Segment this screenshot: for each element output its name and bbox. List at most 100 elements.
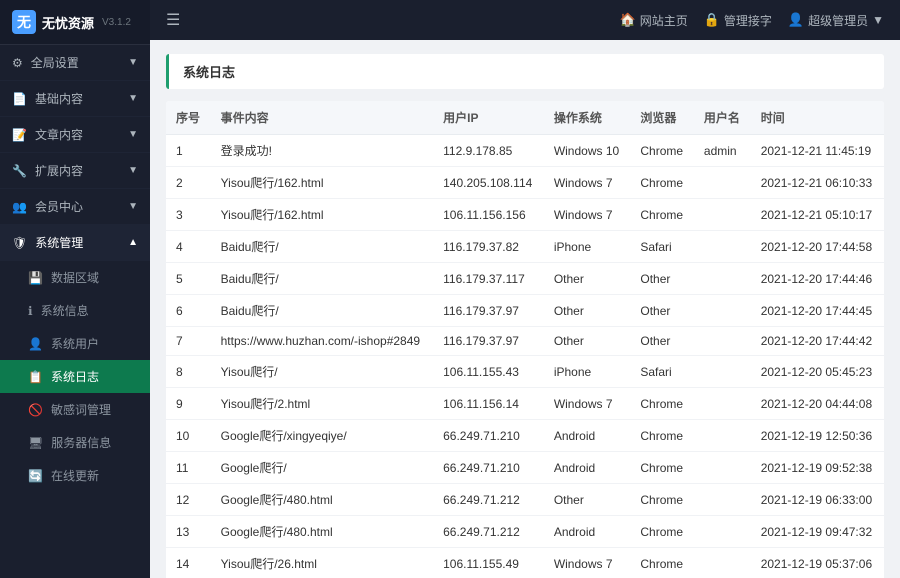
cell-2: 66.249.71.210	[433, 420, 544, 452]
data-icon: 💾	[28, 271, 43, 285]
cell-4: Safari	[630, 231, 694, 263]
cell-6: 2021-12-20 17:44:46	[751, 263, 884, 295]
home-icon: 🏠	[620, 12, 636, 28]
cell-1: Google爬行/xingyeqiye/	[211, 420, 433, 452]
topbar: ☰ 🏠 网站主页 🔒 管理接字 👤 超级管理员 ▼	[150, 0, 900, 40]
cell-0: 13	[166, 516, 211, 548]
cell-6: 2021-12-21 11:45:19	[751, 135, 884, 167]
cell-6: 2021-12-21 06:10:33	[751, 167, 884, 199]
dropdown-icon: ▼	[872, 13, 884, 27]
cell-4: Other	[630, 327, 694, 356]
cell-3: Windows 7	[544, 548, 631, 578]
arrow-icon: ▼	[128, 129, 138, 140]
sidebar-item-member[interactable]: 👥 会员中心 ▼	[0, 189, 150, 225]
cell-3: Other	[544, 327, 631, 356]
cell-2: 66.249.71.210	[433, 452, 544, 484]
cell-3: Windows 7	[544, 167, 631, 199]
cell-3: Other	[544, 295, 631, 327]
cell-3: Other	[544, 263, 631, 295]
table-body: 1登录成功!112.9.178.85Windows 10Chromeadmin2…	[166, 135, 884, 578]
table-row: 13Google爬行/480.html66.249.71.212AndroidC…	[166, 516, 884, 548]
sidebar-item-system[interactable]: 🛡 系统管理 ▲	[0, 225, 150, 261]
sidebar-sub-server[interactable]: 🖥 服务器信息	[0, 426, 150, 459]
cell-0: 1	[166, 135, 211, 167]
cell-2: 106.11.156.14	[433, 388, 544, 420]
cell-5	[694, 167, 751, 199]
home-link-label: 网站主页	[640, 12, 688, 29]
cell-1: Baidu爬行/	[211, 263, 433, 295]
cell-6: 2021-12-20 05:45:23	[751, 356, 884, 388]
cell-3: Other	[544, 484, 631, 516]
sidebar-sub-system-info[interactable]: ℹ 系统信息	[0, 294, 150, 327]
server-icon: 🖥	[28, 436, 43, 450]
table-row: 10Google爬行/xingyeqiye/66.249.71.210Andro…	[166, 420, 884, 452]
cell-0: 9	[166, 388, 211, 420]
arrow-icon: ▼	[128, 201, 138, 212]
cell-6: 2021-12-19 09:47:32	[751, 516, 884, 548]
table-row: 6Baidu爬行/116.179.37.97OtherOther2021-12-…	[166, 295, 884, 327]
cell-3: Android	[544, 516, 631, 548]
table-row: 1登录成功!112.9.178.85Windows 10Chromeadmin2…	[166, 135, 884, 167]
cell-2: 140.205.108.114	[433, 167, 544, 199]
cell-6: 2021-12-20 17:44:45	[751, 295, 884, 327]
sidebar-sub-data-area[interactable]: 💾 数据区域	[0, 261, 150, 294]
sidebar-sub-system-user[interactable]: 👤 系统用户	[0, 327, 150, 360]
cell-5	[694, 484, 751, 516]
cell-2: 106.11.155.43	[433, 356, 544, 388]
cell-2: 66.249.71.212	[433, 484, 544, 516]
sidebar-sub-label: 数据区域	[51, 269, 99, 286]
sensitive-icon: 🚫	[28, 403, 43, 417]
sidebar-item-basic[interactable]: 📄 基础内容 ▼	[0, 81, 150, 117]
sidebar-sub-system-log[interactable]: 📋 系统日志	[0, 360, 150, 393]
cell-0: 3	[166, 199, 211, 231]
cell-5	[694, 199, 751, 231]
info-icon: ℹ	[28, 304, 33, 318]
home-link[interactable]: 🏠 网站主页	[620, 12, 688, 29]
cell-1: Google爬行/480.html	[211, 484, 433, 516]
sidebar-sub-label: 系统信息	[41, 302, 89, 319]
global-icon: ⚙	[12, 56, 23, 70]
cell-5	[694, 356, 751, 388]
cell-6: 2021-12-19 06:33:00	[751, 484, 884, 516]
topbar-left: ☰	[166, 10, 180, 30]
cell-6: 2021-12-20 17:44:42	[751, 327, 884, 356]
sidebar-item-label: 系统管理	[35, 234, 83, 251]
arrow-icon: ▼	[128, 165, 138, 176]
cell-0: 4	[166, 231, 211, 263]
sidebar-item-global[interactable]: ⚙ 全局设置 ▼	[0, 45, 150, 81]
cell-2: 116.179.37.97	[433, 327, 544, 356]
extend-icon: 🔧	[12, 164, 27, 178]
lock-icon: 🔒	[704, 12, 720, 28]
cell-0: 11	[166, 452, 211, 484]
sidebar-item-article[interactable]: 📝 文章内容 ▼	[0, 117, 150, 153]
main-area: ☰ 🏠 网站主页 🔒 管理接字 👤 超级管理员 ▼ 系统日志	[150, 0, 900, 578]
page-title: 系统日志	[166, 54, 884, 89]
cell-5	[694, 548, 751, 578]
cell-3: iPhone	[544, 356, 631, 388]
sidebar-item-label: 会员中心	[35, 198, 83, 215]
cell-4: Chrome	[630, 484, 694, 516]
admin-link[interactable]: 🔒 管理接字	[704, 12, 772, 29]
cell-3: Windows 7	[544, 199, 631, 231]
cell-4: Chrome	[630, 548, 694, 578]
sidebar-logo: 无 无忧资源 V3.1.2	[0, 0, 150, 45]
basic-icon: 📄	[12, 92, 27, 106]
cell-5	[694, 327, 751, 356]
sidebar-sub-sensitive[interactable]: 🚫 敏感词管理	[0, 393, 150, 426]
user-link[interactable]: 👤 超级管理员 ▼	[788, 12, 884, 29]
cell-1: Baidu爬行/	[211, 231, 433, 263]
table-row: 8Yisou爬行/106.11.155.43iPhoneSafari2021-1…	[166, 356, 884, 388]
cell-1: Yisou爬行/162.html	[211, 199, 433, 231]
cell-5	[694, 388, 751, 420]
sidebar-item-label: 扩展内容	[35, 162, 83, 179]
cell-5	[694, 516, 751, 548]
sidebar-sub-label: 系统用户	[51, 335, 99, 352]
cell-0: 2	[166, 167, 211, 199]
member-icon: 👥	[12, 200, 27, 214]
menu-toggle-button[interactable]: ☰	[166, 10, 180, 30]
sidebar-item-extend[interactable]: 🔧 扩展内容 ▼	[0, 153, 150, 189]
sidebar-sub-update[interactable]: 🔄 在线更新	[0, 459, 150, 492]
log-table: 序号 事件内容 用户IP 操作系统 浏览器 用户名 时间 1登录成功!112.9…	[166, 101, 884, 578]
cell-6: 2021-12-20 04:44:08	[751, 388, 884, 420]
cell-2: 116.179.37.97	[433, 295, 544, 327]
